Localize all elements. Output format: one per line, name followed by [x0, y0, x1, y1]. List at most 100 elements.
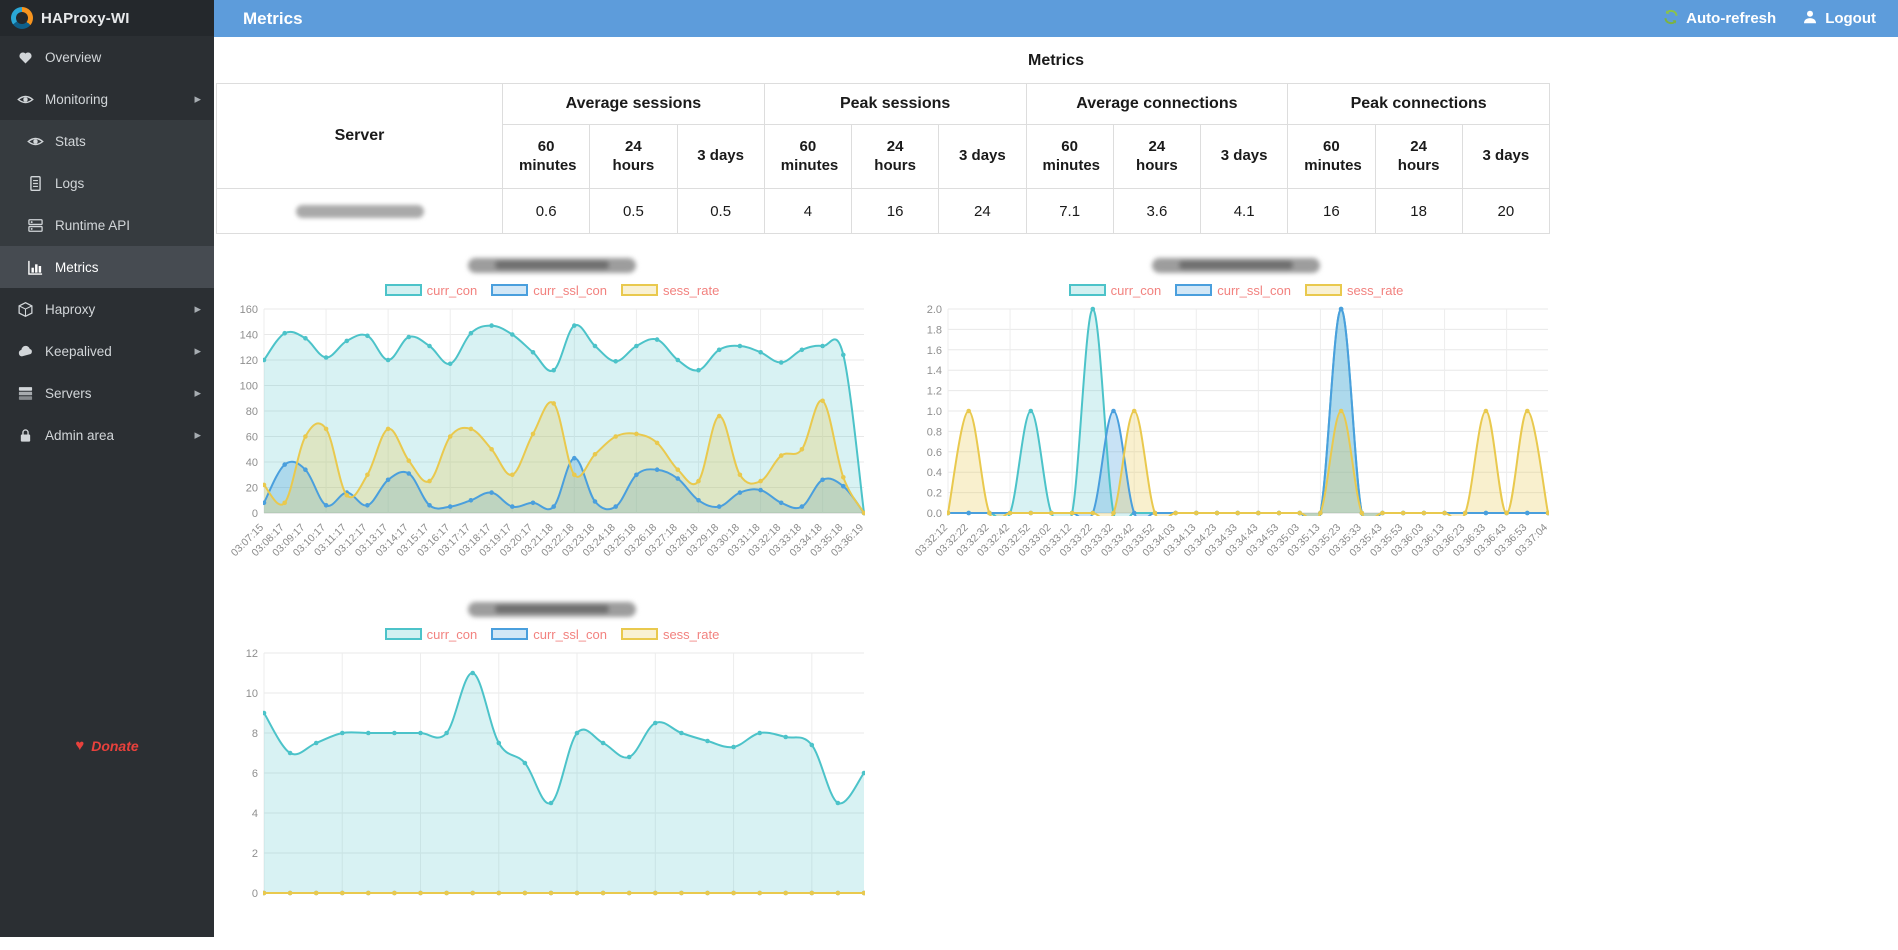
legend-label: sess_rate — [1346, 282, 1404, 298]
chart-legend: curr_con curr_ssl_con sess_rate — [228, 281, 876, 299]
sidebar-item-logs[interactable]: Logs — [0, 162, 214, 204]
legend-swatch — [620, 628, 658, 640]
donate-link[interactable]: ♥ Donate — [0, 737, 214, 754]
heart-icon: ♥ — [75, 737, 85, 754]
svg-text:2: 2 — [252, 848, 258, 860]
legend-label: curr_ssl_con — [533, 282, 607, 298]
table-row: 0.6 0.5 0.5 4 16 24 7.1 3.6 4.1 16 18 20 — [216, 188, 1551, 234]
sidebar-nav: Overview Monitoring ▸ Stats Logs Runtime API M… — [0, 36, 214, 456]
eye-icon — [27, 133, 44, 150]
sidebar-item-stats[interactable]: Stats — [0, 120, 214, 162]
sidebar-item-haproxy[interactable]: Haproxy ▸ — [0, 288, 214, 330]
svg-text:12: 12 — [246, 648, 258, 660]
donate-label: Donate — [91, 737, 139, 754]
chart-icon — [27, 259, 44, 276]
sidebar-item-label: Stats — [55, 133, 86, 149]
period-header: 3 days — [938, 124, 1027, 189]
sidebar-item-label: Runtime API — [55, 217, 131, 233]
metric-value-cell: 16 — [1287, 188, 1376, 234]
legend-item-curr-ssl-con[interactable]: curr_ssl_con — [491, 283, 607, 298]
chart-plot: 0.00.20.40.60.81.01.21.41.61.82.003:32:1… — [913, 304, 1550, 559]
svg-text:120: 120 — [240, 355, 258, 367]
svg-text:2.0: 2.0 — [927, 304, 942, 316]
logout-label: Logout — [1825, 10, 1876, 27]
server-name-cell — [216, 188, 503, 234]
server-column-header: Server — [216, 83, 503, 189]
chevron-right-icon: ▸ — [194, 385, 201, 400]
metrics-table: Server Average sessions Peak sessions Avera… — [216, 83, 1551, 234]
haproxy-wi-logo-icon — [11, 7, 33, 29]
header-actions: Auto-refresh Logout — [1663, 9, 1876, 29]
chevron-right-icon: ▸ — [194, 427, 201, 442]
svg-text:1.6: 1.6 — [927, 345, 942, 357]
svg-text:100: 100 — [240, 381, 258, 393]
charts-row-2: curr_con curr_ssl_con sess_rate 0 2 4 6 8 10 12 — [228, 602, 1898, 950]
period-header: 3 days — [1461, 124, 1551, 189]
legend-item-curr-con[interactable]: curr_con — [1068, 282, 1162, 298]
svg-text:0.6: 0.6 — [927, 447, 942, 459]
svg-text:0.8: 0.8 — [927, 426, 942, 438]
legend-swatch — [1304, 284, 1342, 296]
redacted-server-name — [295, 205, 424, 219]
chart-plot: 0 2 4 6 8 10 12 — [246, 648, 865, 900]
sidebar-item-monitoring[interactable]: Monitoring ▸ — [0, 78, 214, 120]
legend-item-curr-ssl-con[interactable]: curr_ssl_con — [1175, 283, 1291, 298]
metrics-chart-2: curr_con curr_ssl_con sess_rate 0.0 0.2 0.4 0… — [912, 258, 1560, 578]
chart-legend: curr_con curr_ssl_con sess_rate — [912, 281, 1560, 299]
sidebar-item-label: Overview — [45, 49, 102, 65]
sidebar-item-admin-area[interactable]: Admin area ▸ — [0, 414, 214, 456]
logout-button[interactable]: Logout — [1802, 9, 1876, 29]
sidebar-item-label: Admin area — [45, 427, 115, 443]
legend-item-sess-rate[interactable]: sess_rate — [620, 626, 720, 642]
legend-item-curr-ssl-con[interactable]: curr_ssl_con — [491, 627, 607, 642]
sidebar-item-keepalived[interactable]: Keepalived ▸ — [0, 330, 214, 372]
legend-item-curr-con[interactable]: curr_con — [384, 283, 477, 298]
metric-value-cell: 7.1 — [1025, 188, 1114, 234]
legend-item-curr-con[interactable]: curr_con — [384, 627, 477, 642]
legend-label: sess_rate — [662, 282, 720, 298]
sidebar-item-overview[interactable]: Overview — [0, 36, 214, 78]
svg-text:10: 10 — [246, 688, 258, 700]
sidebar-item-runtime-api[interactable]: Runtime API — [0, 204, 214, 246]
sidebar-item-label: Monitoring — [45, 91, 109, 107]
main-content: Metrics Server Average sessions Peak sessi… — [214, 37, 1898, 937]
auto-refresh-button[interactable]: Auto-refresh — [1663, 9, 1776, 29]
cloud-icon — [17, 343, 34, 360]
svg-text:0.0: 0.0 — [927, 508, 942, 520]
legend-swatch — [1068, 284, 1106, 296]
legend-item-sess-rate[interactable]: sess_rate — [620, 282, 720, 298]
group-header-average-connections: Average connections — [1025, 83, 1289, 125]
sidebar-item-servers[interactable]: Servers ▸ — [0, 372, 214, 414]
metric-value-cell: 18 — [1374, 188, 1463, 234]
svg-text:4: 4 — [252, 808, 258, 820]
svg-text:140: 140 — [240, 330, 258, 342]
sidebar-item-label: Haproxy — [45, 301, 96, 317]
metrics-chart-1: curr_con curr_ssl_con sess_rate 0 20 40 60 80 1… — [228, 258, 876, 578]
group-header-peak-connections: Peak connections — [1287, 83, 1550, 125]
svg-text:80: 80 — [246, 406, 258, 418]
sidebar-item-label: Keepalived — [45, 343, 112, 359]
app-title: HAProxy-WI — [41, 9, 130, 27]
metric-value-cell: 0.5 — [589, 188, 678, 234]
period-header: 24 hours — [850, 124, 940, 189]
metric-value-cell: 20 — [1461, 188, 1551, 234]
sidebar-item-metrics[interactable]: Metrics — [0, 246, 214, 288]
svg-text:6: 6 — [252, 768, 258, 780]
legend-swatch — [1175, 284, 1213, 296]
sidebar-item-label: Metrics — [55, 259, 99, 275]
lock-icon — [17, 427, 34, 444]
legend-label: curr_con — [1110, 282, 1162, 298]
metric-value-cell: 4.1 — [1199, 188, 1289, 234]
legend-item-sess-rate[interactable]: sess_rate — [1304, 282, 1404, 298]
document-icon — [27, 175, 44, 192]
app-logo[interactable]: HAProxy-WI — [0, 0, 214, 36]
group-header-peak-sessions: Peak sessions — [763, 83, 1027, 125]
chart-legend: curr_con curr_ssl_con sess_rate — [228, 625, 876, 643]
period-header: 24 hours — [1112, 124, 1202, 189]
legend-label: sess_rate — [662, 626, 720, 642]
page-title: Metrics — [1027, 52, 1085, 69]
header-title: Metrics — [243, 8, 303, 28]
legend-label: curr_ssl_con — [1217, 282, 1291, 298]
svg-text:0: 0 — [252, 508, 258, 520]
metric-value-cell: 0.5 — [676, 188, 765, 234]
